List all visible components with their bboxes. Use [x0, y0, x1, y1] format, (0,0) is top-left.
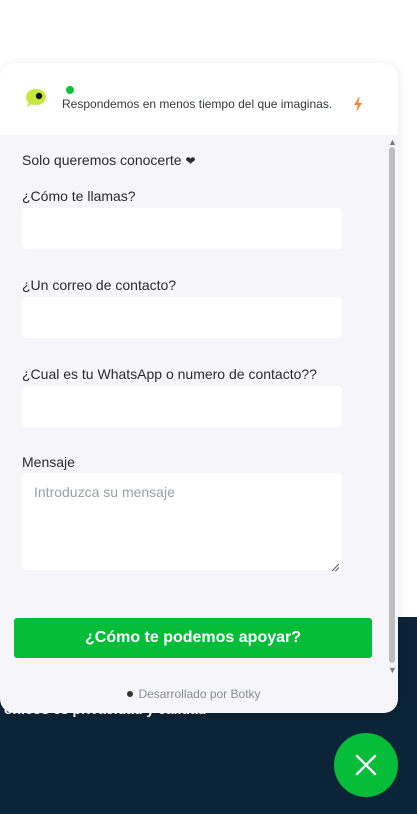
widget-header: Respondemos en menos tiempo del que imag… [0, 63, 398, 135]
heart-icon: ❤ [185, 154, 196, 168]
submit-button[interactable]: ¿Cómo te podemos apoyar? [14, 618, 372, 658]
lightning-bolt-icon [353, 97, 363, 112]
message-textarea[interactable] [22, 473, 342, 570]
chat-bubble-logo-icon [24, 87, 48, 109]
form-scroll-area[interactable]: Solo queremos conocerte ❤ ¿Cómo te llama… [0, 135, 388, 713]
close-chat-button[interactable] [334, 733, 398, 797]
scroll-down-icon[interactable]: ▼ [388, 665, 397, 675]
scrollbar-thumb[interactable] [389, 147, 395, 663]
scroll-up-icon[interactable]: ▲ [388, 137, 397, 147]
name-input[interactable] [22, 208, 342, 249]
message-label: Mensaje [22, 454, 75, 470]
powered-by[interactable]: Desarrollado por Botky [0, 687, 388, 701]
chat-widget: Respondemos en menos tiempo del que imag… [0, 63, 398, 713]
email-input[interactable] [22, 297, 342, 338]
close-icon [355, 754, 377, 776]
name-label: ¿Cómo te llamas? [22, 188, 136, 204]
vertical-scrollbar[interactable]: ▲ ▼ [386, 135, 398, 713]
phone-input[interactable] [22, 386, 342, 427]
botky-logo-icon [127, 690, 134, 697]
response-time-tagline: Respondemos en menos tiempo del que imag… [62, 97, 333, 111]
email-label: ¿Un correo de contacto? [22, 277, 177, 293]
resize-grip-icon[interactable] [331, 559, 340, 572]
page: ónicos es privacidad y calidad Respondem… [0, 0, 417, 814]
online-dot-icon [66, 86, 74, 94]
powered-by-text: Desarrollado por Botky [138, 687, 261, 701]
intro-text: Solo queremos conocerte [22, 152, 182, 168]
phone-label: ¿Cual es tu WhatsApp o numero de contact… [22, 366, 317, 382]
form-intro: Solo queremos conocerte ❤ [22, 152, 196, 168]
